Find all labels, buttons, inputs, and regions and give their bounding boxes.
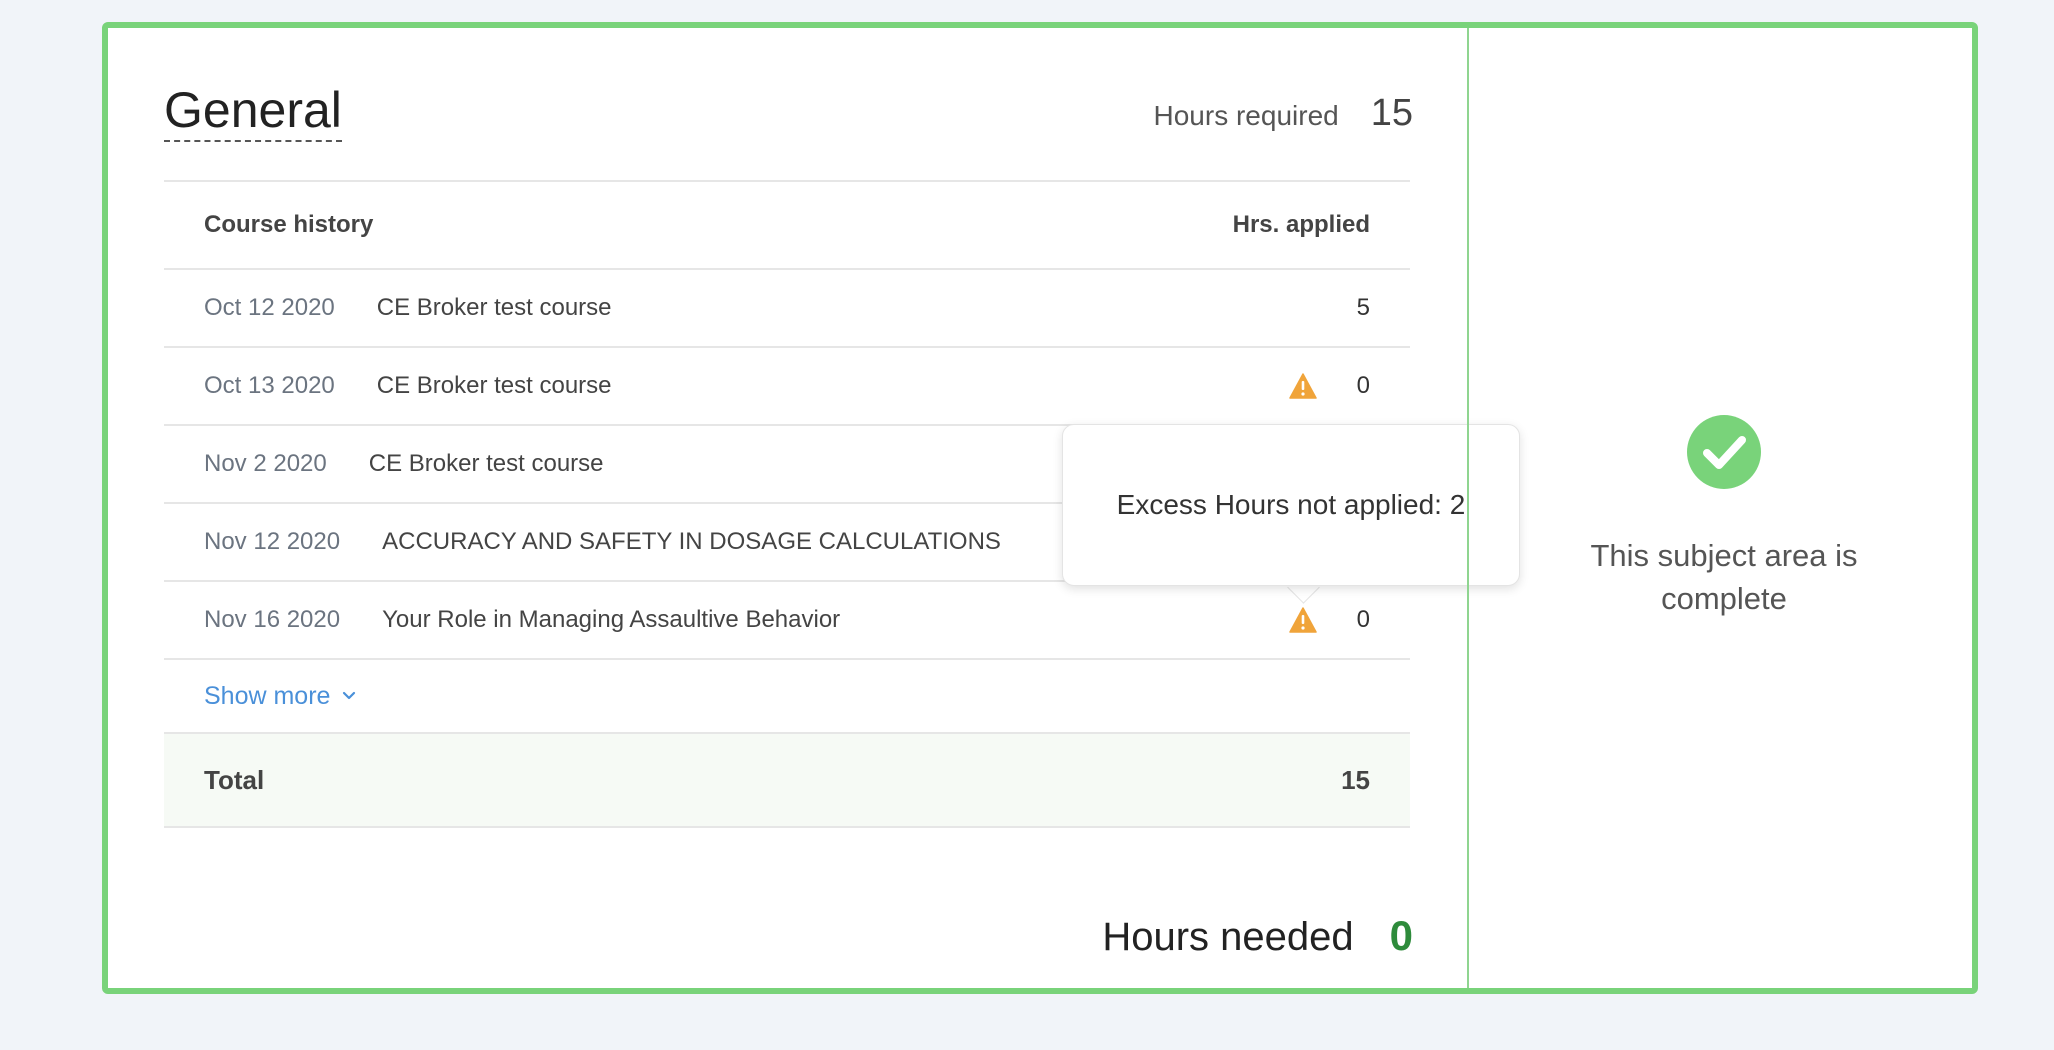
hours-cell: 5 <box>1357 294 1370 322</box>
show-more-button[interactable]: Show more <box>164 660 1410 734</box>
subject-area-card: General Hours required 15 Course history… <box>102 22 1978 994</box>
hours-applied-value: 0 <box>1356 372 1370 399</box>
course-date: Nov 16 2020 <box>204 606 341 633</box>
show-more-label: Show more <box>204 681 331 710</box>
column-hours-applied: Hrs. applied <box>1232 211 1370 238</box>
hours-cell: 0 <box>1288 606 1370 634</box>
table-row: Oct 12 2020 CE Broker test course 5 <box>164 270 1410 348</box>
warning-triangle-icon[interactable] <box>1288 373 1317 399</box>
hours-required: Hours required 15 <box>1154 92 1413 135</box>
course-name: CE Broker test course <box>376 372 612 399</box>
hours-required-label: Hours required <box>1153 100 1339 131</box>
total-value: 15 <box>1341 764 1370 795</box>
completion-status-text: This subject area is complete <box>1590 538 1858 616</box>
hours-cell: 0 <box>1288 372 1370 400</box>
column-course-history: Course history <box>204 211 374 238</box>
hours-needed-label: Hours needed <box>1102 915 1354 959</box>
table-row: Oct 13 2020 CE Broker test course 0 <box>164 348 1410 426</box>
status-panel: This subject area is complete <box>1469 28 1972 988</box>
hours-applied-value: 0 <box>1356 606 1370 633</box>
hours-needed-value: 0 <box>1389 912 1413 959</box>
total-row: Total 15 <box>164 734 1410 828</box>
course-date: Nov 12 2020 <box>204 528 341 555</box>
chevron-down-icon <box>343 691 356 700</box>
course-date: Oct 13 2020 <box>204 372 335 399</box>
subject-title[interactable]: General <box>164 82 342 142</box>
tooltip-text: Excess Hours not applied: 2 <box>1116 489 1466 520</box>
course-name: CE Broker test course <box>376 294 612 321</box>
warning-triangle-icon[interactable] <box>1288 607 1317 633</box>
course-date: Oct 12 2020 <box>204 294 335 321</box>
check-circle-icon <box>1687 415 1761 489</box>
total-label: Total <box>204 764 265 795</box>
hours-needed: Hours needed 0 <box>1102 912 1413 960</box>
excess-hours-tooltip: Excess Hours not applied: 2 <box>1062 424 1520 586</box>
table-header: Course history Hrs. applied <box>164 180 1410 270</box>
hours-required-value: 15 <box>1370 92 1413 134</box>
hours-applied-value: 5 <box>1356 294 1370 321</box>
course-name: Your Role in Managing Assaultive Behavio… <box>382 606 841 633</box>
table-row: Nov 16 2020 Your Role in Managing Assaul… <box>164 582 1410 660</box>
course-panel: General Hours required 15 Course history… <box>108 28 1520 988</box>
course-date: Nov 2 2020 <box>204 450 327 477</box>
